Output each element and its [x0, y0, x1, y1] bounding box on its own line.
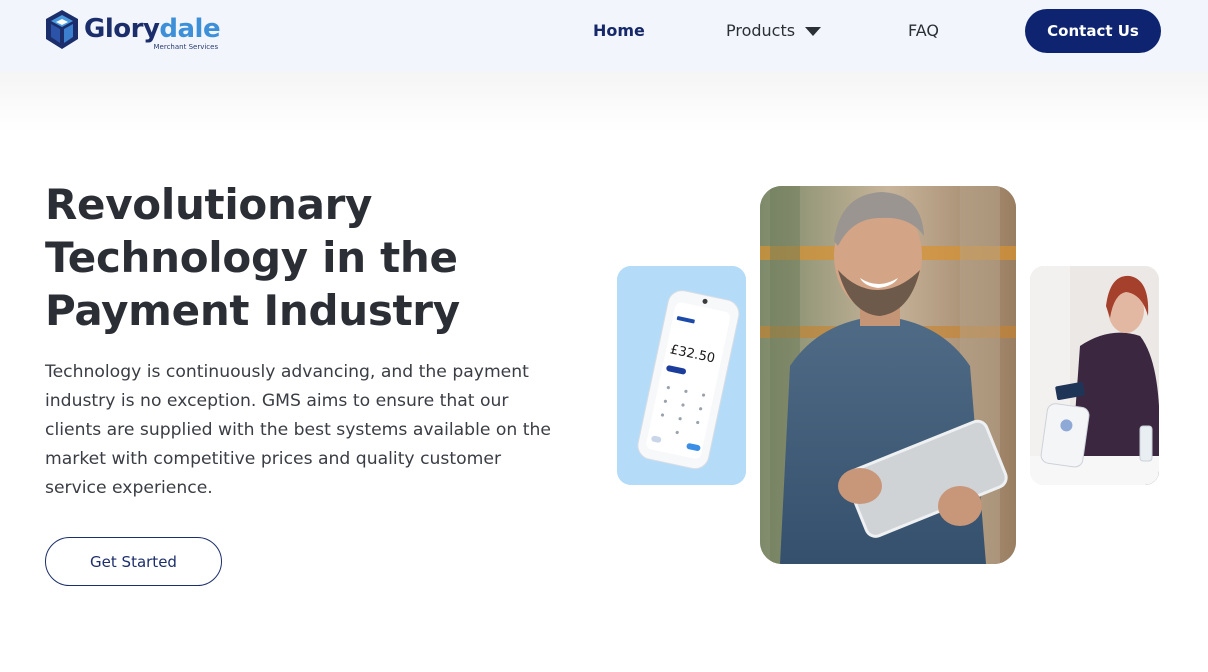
nav-products-label: Products [726, 20, 796, 40]
hero-title-line: Technology in the [45, 233, 458, 282]
caret-down-icon [805, 26, 822, 36]
nav-home[interactable]: Home [593, 0, 645, 60]
brand-tagline: Merchant Services [153, 43, 219, 51]
brand-name-part2: dale [159, 14, 221, 44]
hero-description: Technology is continuously advancing, an… [45, 362, 551, 498]
man-with-tablet-image [760, 186, 1016, 564]
nav-faq[interactable]: FAQ [908, 0, 939, 60]
hero-title-line: Payment Industry [45, 286, 460, 335]
hero-title-line: Revolutionary [45, 180, 373, 229]
hero-title: Revolutionary Technology in the Payment … [45, 178, 565, 337]
nav-products[interactable]: Products [726, 0, 822, 60]
brand-name-part1: Glory [84, 14, 160, 44]
brand-wordmark: Glorydale Merchant Services [84, 9, 221, 51]
brand-logo[interactable]: Glorydale Merchant Services [44, 9, 221, 53]
woman-at-counter-image [1030, 266, 1159, 485]
cube-logo-icon [46, 10, 78, 49]
payment-terminal-image: £32.50 [617, 266, 746, 485]
get-started-button[interactable]: Get Started [45, 537, 222, 586]
header-shadow [0, 72, 1208, 132]
contact-us-button[interactable]: Contact Us [1025, 9, 1161, 53]
